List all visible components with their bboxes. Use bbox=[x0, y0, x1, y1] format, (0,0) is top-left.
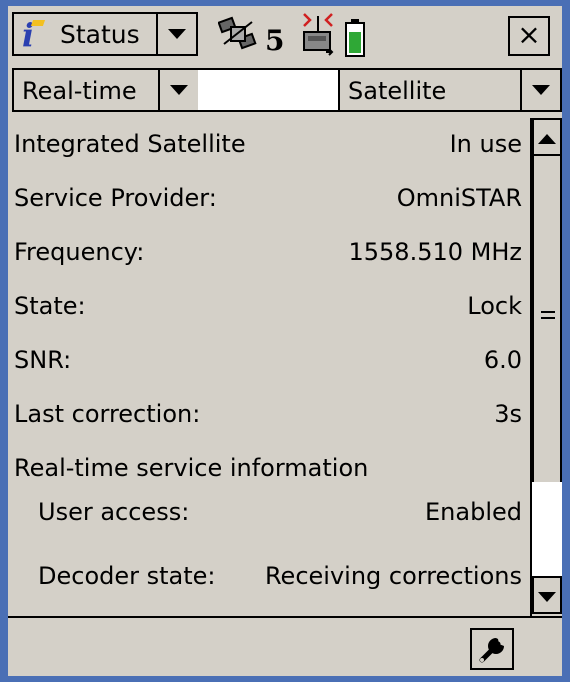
scroll-thumb[interactable] bbox=[532, 154, 562, 484]
detail-value: Enabled bbox=[425, 498, 522, 526]
list-item: User access: Enabled bbox=[8, 488, 528, 538]
list-item: Decoder state: Receiving corrections bbox=[8, 542, 528, 592]
detail-label: Last correction: bbox=[14, 400, 201, 428]
list-item: Service Provider: OmniSTAR bbox=[8, 174, 528, 224]
detail-value: OmniSTAR bbox=[396, 184, 522, 212]
view-dropdown-label: Satellite bbox=[348, 77, 447, 105]
scroll-down-button[interactable] bbox=[532, 576, 562, 614]
chevron-up-icon bbox=[538, 134, 556, 144]
wrench-icon bbox=[479, 638, 504, 663]
view-dropdown-arrow[interactable] bbox=[520, 70, 560, 110]
detail-label: SNR: bbox=[14, 346, 72, 374]
detail-label: Decoder state: bbox=[38, 562, 216, 590]
chevron-down-icon bbox=[532, 85, 550, 95]
detail-value: 3s bbox=[494, 400, 522, 428]
settings-button[interactable] bbox=[470, 628, 514, 670]
mode-dropdown[interactable]: Real-time bbox=[12, 68, 200, 112]
blank-field bbox=[198, 68, 338, 112]
detail-value: In use bbox=[449, 130, 522, 158]
view-dropdown[interactable]: Satellite bbox=[338, 68, 562, 112]
close-button[interactable]: × bbox=[508, 16, 550, 56]
filter-row: Real-time Satellite bbox=[8, 64, 562, 116]
list-item: State: Lock bbox=[8, 282, 528, 332]
chevron-down-icon bbox=[170, 85, 188, 95]
detail-value: 6.0 bbox=[483, 346, 522, 374]
app-window-frame: i Status 5 × Real-time Satellite Integra… bbox=[0, 0, 570, 682]
app-window: i Status 5 × Real-time Satellite Integra… bbox=[8, 6, 562, 676]
mode-dropdown-label: Real-time bbox=[22, 77, 137, 105]
chevron-down-icon bbox=[538, 592, 556, 602]
list-item: Integrated Satellite In use bbox=[8, 120, 528, 170]
detail-label: User access: bbox=[38, 498, 190, 526]
status-dropdown-arrow[interactable] bbox=[156, 14, 196, 54]
details-list: Integrated Satellite In use Service Prov… bbox=[8, 118, 528, 616]
detail-label: Service Provider: bbox=[14, 184, 217, 212]
section-heading: Real-time service information bbox=[8, 444, 528, 494]
scroll-up-button[interactable] bbox=[532, 118, 562, 156]
detail-label: Integrated Satellite bbox=[14, 130, 246, 158]
status-dropdown[interactable]: i Status bbox=[12, 12, 198, 56]
list-item: SNR: 6.0 bbox=[8, 336, 528, 386]
detail-label: Frequency: bbox=[14, 238, 145, 266]
bottom-toolbar bbox=[8, 616, 562, 676]
chevron-down-icon bbox=[168, 29, 186, 39]
radio-link-icon[interactable] bbox=[296, 10, 340, 58]
list-item: Last correction: 3s bbox=[8, 390, 528, 440]
detail-label: State: bbox=[14, 292, 86, 320]
satellite-icon[interactable] bbox=[218, 14, 258, 54]
detail-value: Lock bbox=[467, 292, 522, 320]
detail-value: 1558.510 MHz bbox=[348, 238, 523, 266]
detail-value: Receiving corrections bbox=[264, 562, 522, 590]
satellite-count: 5 bbox=[265, 24, 285, 57]
top-toolbar: i Status 5 × bbox=[8, 6, 562, 64]
mode-dropdown-arrow[interactable] bbox=[158, 70, 198, 110]
status-dropdown-label: Status bbox=[60, 20, 140, 49]
info-icon: i bbox=[22, 16, 35, 54]
list-item: Frequency: 1558.510 MHz bbox=[8, 228, 528, 278]
scroll-track[interactable] bbox=[532, 482, 562, 578]
battery-icon[interactable] bbox=[344, 18, 366, 58]
detail-label: Real-time service information bbox=[14, 454, 369, 482]
grip-icon bbox=[541, 311, 555, 313]
vertical-scrollbar[interactable] bbox=[530, 118, 562, 616]
